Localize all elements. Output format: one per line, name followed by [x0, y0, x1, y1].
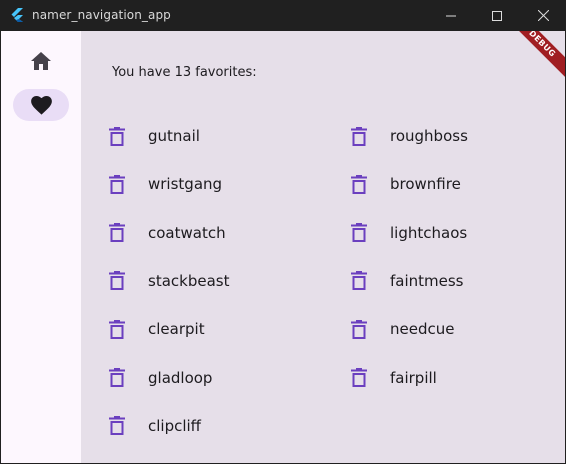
navigation-rail	[1, 31, 81, 463]
app-window: namer_navigation_app You have 13 favorit…	[0, 0, 566, 464]
list-item: faintmess	[348, 266, 565, 296]
app-content: You have 13 favorites: gutnail roughboss w…	[1, 31, 565, 463]
delete-button[interactable]	[106, 173, 128, 195]
list-item: gladloop	[106, 363, 346, 393]
window-title: namer_navigation_app	[32, 8, 171, 22]
favorite-word: coatwatch	[148, 223, 226, 242]
maximize-icon	[492, 10, 502, 21]
favorites-count-text: You have 13 favorites:	[112, 65, 257, 80]
list-item: clipcliff	[106, 411, 346, 441]
trash-icon	[109, 368, 125, 387]
favorite-word: wristgang	[148, 175, 223, 194]
list-item: brownfire	[348, 169, 565, 199]
trash-icon	[351, 271, 367, 291]
trash-icon	[351, 174, 367, 194]
list-item: wristgang	[106, 169, 346, 199]
favorite-word: clearpit	[148, 320, 205, 339]
delete-button[interactable]	[348, 367, 370, 389]
list-item: coatwatch	[106, 218, 346, 248]
maximize-button[interactable]	[474, 0, 520, 31]
delete-button[interactable]	[106, 125, 128, 147]
favorite-word: roughboss	[390, 127, 468, 145]
delete-button[interactable]	[348, 318, 370, 340]
delete-button[interactable]	[348, 173, 370, 195]
favorite-word: faintmess	[390, 271, 464, 290]
delete-button[interactable]	[106, 270, 128, 292]
close-icon	[537, 10, 549, 21]
flutter-logo-icon	[11, 8, 23, 22]
trash-icon	[109, 416, 125, 436]
rail-item-favorites[interactable]	[13, 89, 69, 121]
delete-button[interactable]	[348, 222, 370, 244]
favorite-word: gladloop	[148, 368, 213, 387]
trash-icon	[109, 126, 125, 146]
trash-icon	[109, 319, 125, 339]
favorite-word: lightchaos	[390, 223, 468, 242]
delete-button[interactable]	[348, 125, 370, 147]
trash-icon	[109, 271, 125, 291]
list-item: gutnail	[106, 121, 346, 151]
favorite-word: fairpill	[390, 368, 437, 387]
rail-item-home[interactable]	[13, 45, 69, 77]
home-icon	[31, 52, 51, 70]
trash-icon	[351, 126, 367, 146]
delete-button[interactable]	[106, 415, 128, 437]
delete-button[interactable]	[348, 270, 370, 292]
minimize-button[interactable]	[428, 0, 474, 31]
trash-icon	[351, 368, 367, 387]
trash-icon	[351, 319, 367, 339]
delete-button[interactable]	[106, 367, 128, 389]
list-item: lightchaos	[348, 218, 565, 248]
minimize-icon	[446, 15, 456, 16]
delete-button[interactable]	[106, 222, 128, 244]
list-item: fairpill	[348, 363, 565, 393]
favorite-word: stackbeast	[148, 271, 230, 290]
favorite-word: needcue	[390, 320, 455, 339]
trash-icon	[109, 174, 125, 194]
title-bar: namer_navigation_app	[0, 0, 566, 31]
favorites-page: You have 13 favorites: gutnail roughboss w…	[81, 31, 565, 463]
trash-icon	[351, 223, 367, 243]
list-item: roughboss	[348, 121, 565, 151]
list-item: needcue	[348, 314, 565, 344]
trash-icon	[109, 223, 125, 243]
favorite-word: gutnail	[148, 127, 200, 145]
favorite-word: clipcliff	[148, 416, 202, 435]
list-item: clearpit	[106, 314, 346, 344]
delete-button[interactable]	[106, 318, 128, 340]
list-item: stackbeast	[106, 266, 346, 296]
favorite-word: brownfire	[390, 175, 461, 194]
close-button[interactable]	[520, 0, 566, 31]
heart-icon	[30, 95, 52, 115]
